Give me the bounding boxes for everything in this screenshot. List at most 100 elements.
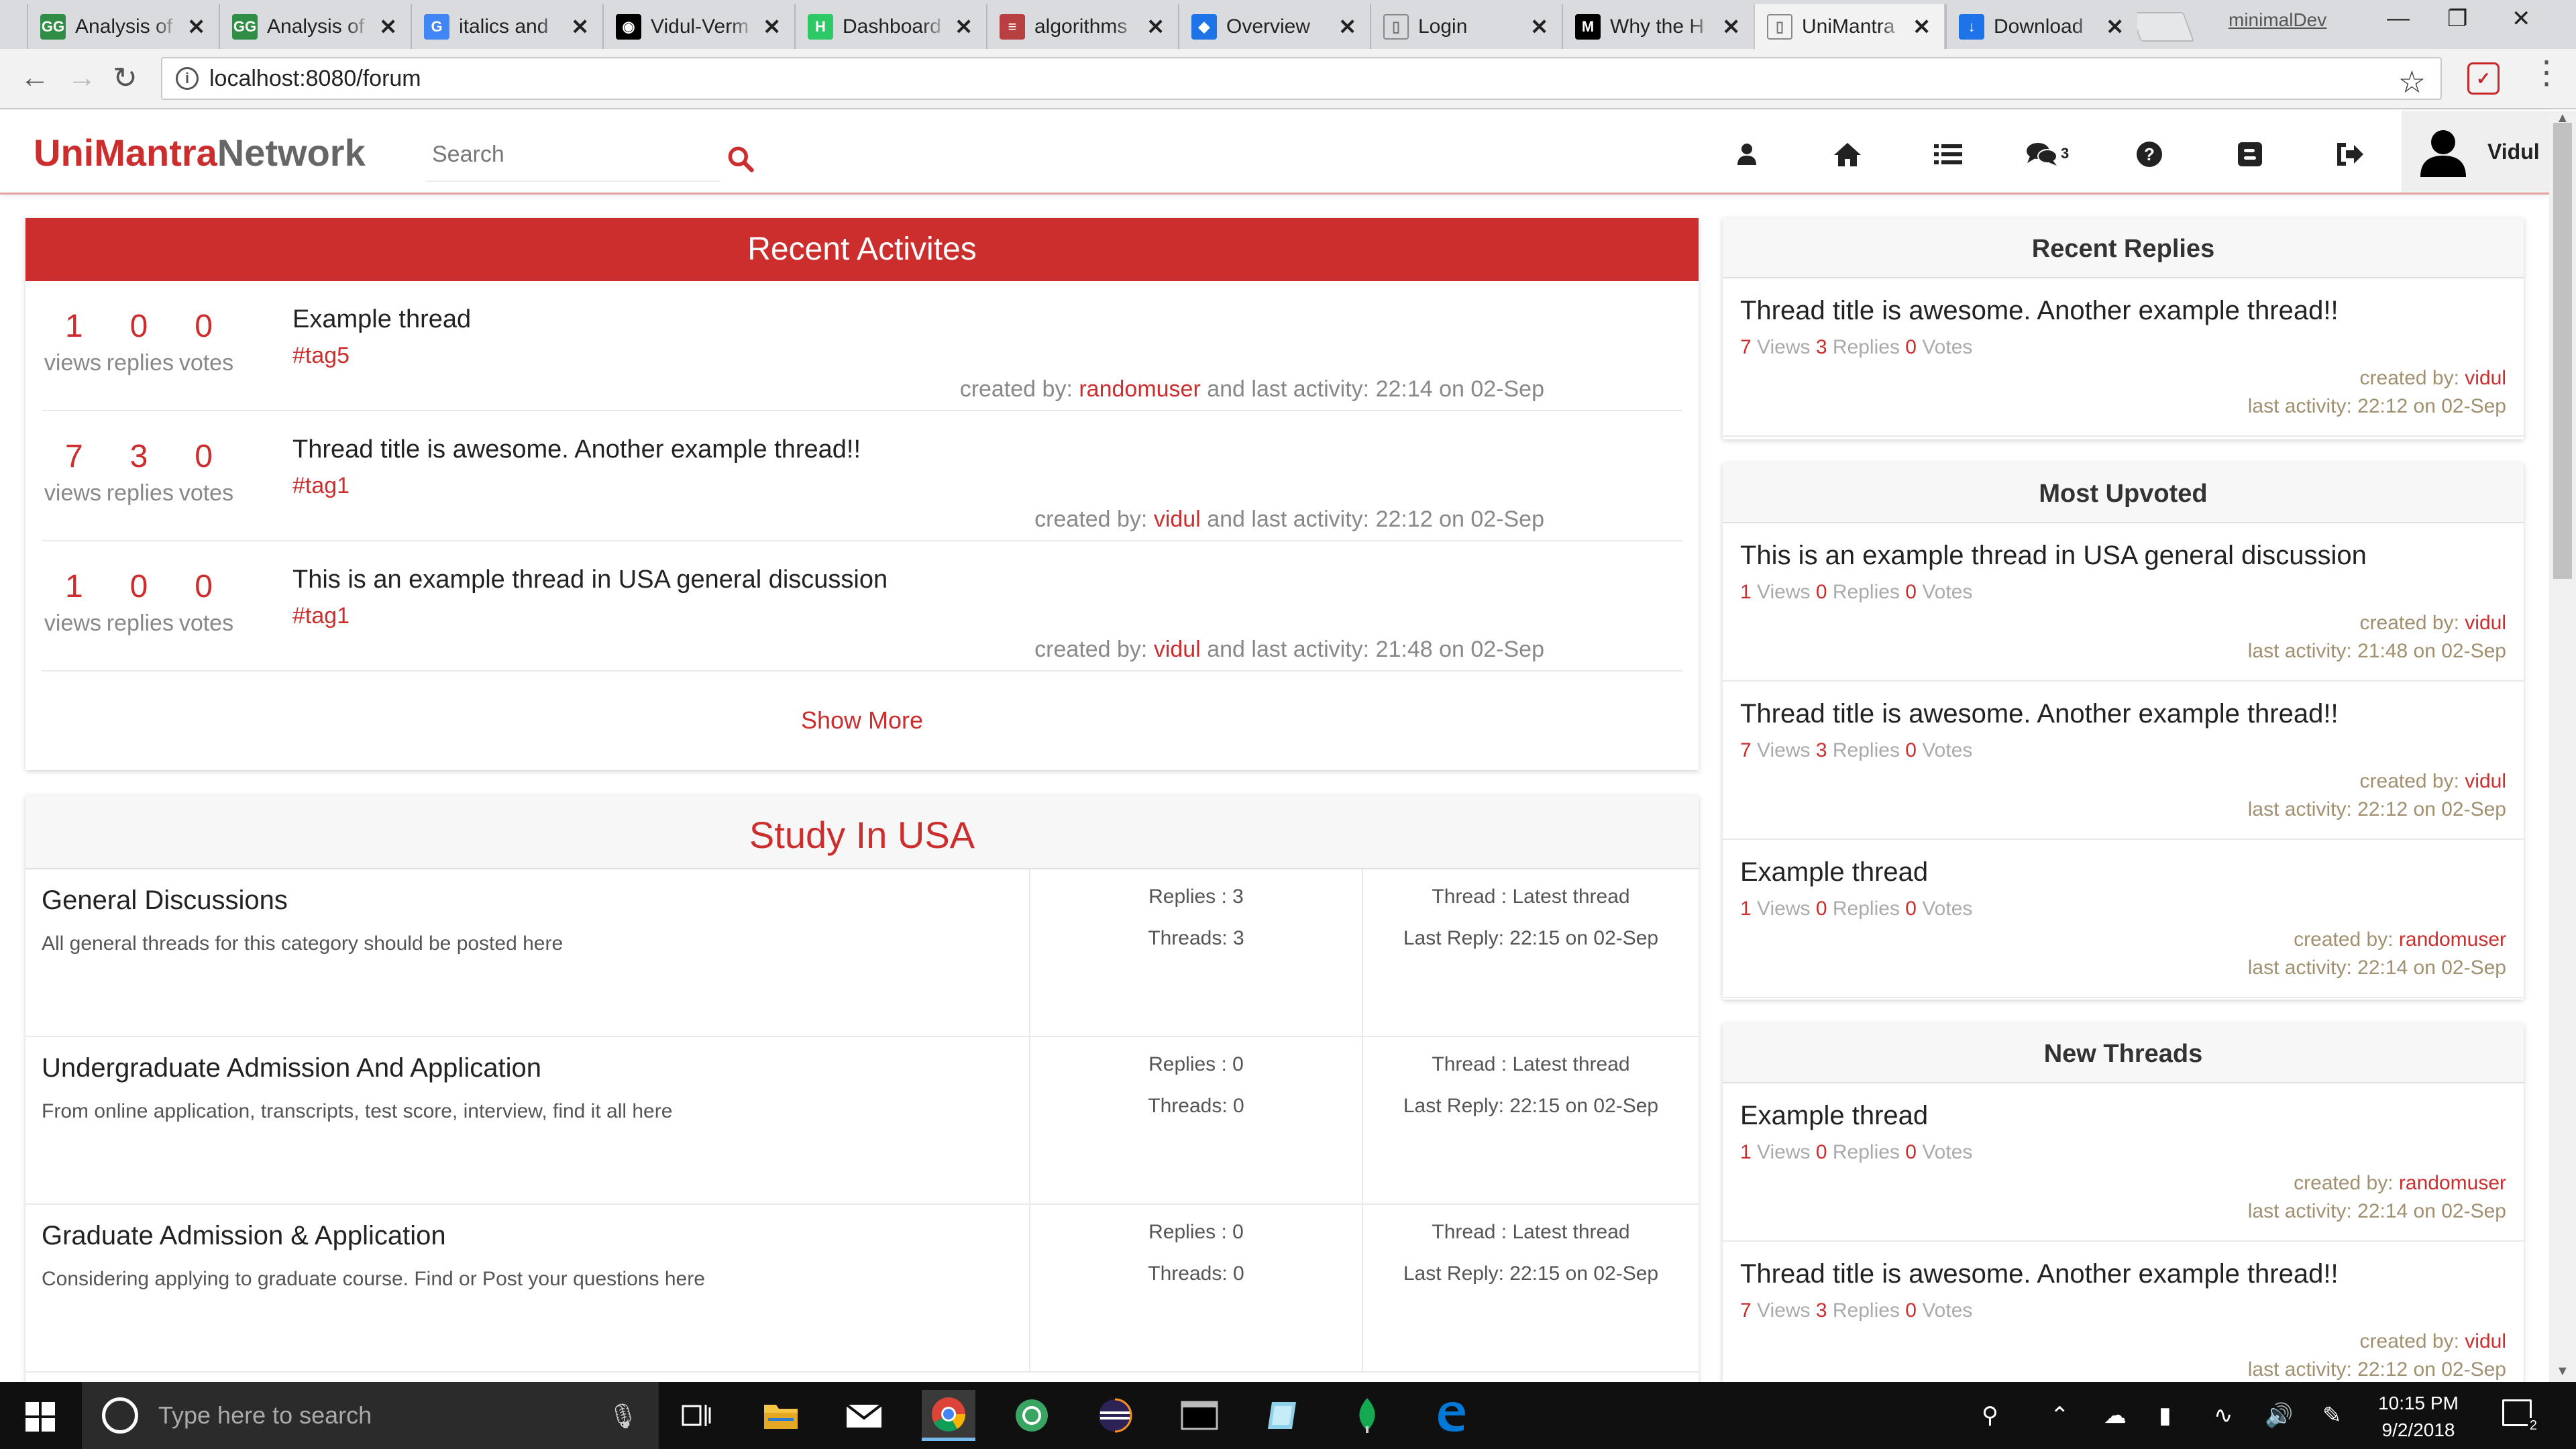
browser-tab[interactable]: H Dashboard ✕ [794,4,986,49]
sidebar-thread-item[interactable]: Example thread 1 Views 0 Replies 0 Votes c… [1723,840,2524,998]
browser-profile-name[interactable]: minimalDev [2229,9,2326,31]
sidebar-thread-item[interactable]: Thread title is awesome. Another example… [1723,682,2524,840]
sidebar-thread-title-link[interactable]: Thread title is awesome. Another example… [1740,296,2339,326]
onedrive-icon[interactable]: ☁ [2104,1402,2127,1429]
category-latest-thread-link[interactable]: Thread : Latest thread [1363,1053,1699,1076]
new-tab-button[interactable] [2129,12,2195,42]
page-scrollbar[interactable]: ▲ ▼ [2549,111,2576,1382]
browser-tab[interactable]: ↓ Download ✕ [1945,4,2137,49]
pocket-extension-icon[interactable]: ✓ [2467,62,2500,95]
mail-icon[interactable] [837,1390,891,1441]
site-logo[interactable]: UniMantraNetwork [34,131,366,174]
sidebar-author-link[interactable]: randomuser [2399,928,2506,951]
thread-tag-link[interactable]: #tag1 [292,603,350,629]
action-center-icon[interactable]: 2 [2502,1399,2539,1434]
microphone-icon[interactable]: 🎙 [608,1402,639,1430]
category-row[interactable]: Graduate Admission & Application Consider… [25,1205,1699,1373]
sidebar-author-link[interactable]: vidul [2465,770,2506,792]
user-menu[interactable]: Vidul [2402,111,2549,193]
profile-icon[interactable] [1727,138,1767,171]
thread-title-link[interactable]: Thread title is awesome. Another example… [292,435,861,464]
list-icon[interactable] [1928,138,1968,171]
pen-icon[interactable]: ✎ [2322,1402,2342,1429]
tab-close-icon[interactable]: ✕ [1530,14,1548,40]
messages-icon[interactable] [2022,138,2062,171]
app-green-icon[interactable] [1005,1390,1059,1441]
volume-icon[interactable]: 🔊 [2265,1402,2293,1429]
category-latest-thread-link[interactable]: Thread : Latest thread [1363,885,1699,908]
activity-row[interactable]: 1 0 0 views replies votes Example thread #tag5 c… [42,281,1682,411]
category-name-link[interactable]: Graduate Admission & Application [42,1221,446,1251]
logout-icon[interactable] [2330,138,2371,171]
browser-tab[interactable]: ◉ Vidul-Verm ✕ [602,4,794,49]
task-view-icon[interactable] [669,1390,723,1441]
category-name-link[interactable]: Undergraduate Admission And Application [42,1053,541,1083]
windows-start-icon[interactable] [25,1402,55,1432]
sidebar-thread-title-link[interactable]: Thread title is awesome. Another example… [1740,699,2339,729]
sidebar-thread-item[interactable]: This is an example thread in USA general… [1723,523,2524,682]
sidebar-thread-title-link[interactable]: This is an example thread in USA general… [1740,541,2367,571]
tab-close-icon[interactable]: ✕ [1146,14,1165,40]
tab-close-icon[interactable]: ✕ [571,14,589,40]
tab-close-icon[interactable]: ✕ [2106,14,2124,40]
address-bar[interactable]: i localhost:8080/forum ☆ [161,57,2442,100]
wifi-icon[interactable]: ∿ [2214,1402,2233,1429]
tab-close-icon[interactable]: ✕ [187,14,205,40]
restore-icon[interactable]: ❐ [2447,5,2467,32]
browser-tab[interactable]: ◆ Overview ✕ [1178,4,1370,49]
sidebar-author-link[interactable]: randomuser [2399,1172,2506,1194]
show-more-link[interactable]: Show More [25,706,1699,735]
edge-icon[interactable] [1424,1390,1477,1441]
sidebar-thread-title-link[interactable]: Example thread [1740,1101,1928,1131]
browser-menu-icon[interactable]: ⋮ [2530,57,2563,89]
info-icon[interactable]: i [176,67,199,90]
scrollbar-thumb[interactable] [2553,123,2572,579]
thread-tag-link[interactable]: #tag5 [292,343,350,369]
browser-tab[interactable]: ≡ algorithms ✕ [986,4,1178,49]
thread-tag-link[interactable]: #tag1 [292,473,350,499]
sidebar-thread-title-link[interactable]: Thread title is awesome. Another example… [1740,1259,2339,1289]
file-explorer-icon[interactable] [754,1390,808,1441]
search-input[interactable] [425,141,694,168]
browser-tab[interactable]: GG Analysis of ✕ [219,4,411,49]
thread-title-link[interactable]: This is an example thread in USA general… [292,566,888,594]
home-icon[interactable] [1827,138,1868,171]
category-row[interactable]: General Discussions All general threads f… [25,869,1699,1037]
browser-tab[interactable]: Gitalics and ✕ [411,4,602,49]
search-icon[interactable] [726,144,755,174]
sidebar-thread-item[interactable]: Thread title is awesome. Another example… [1723,278,2524,437]
sidebar-author-link[interactable]: vidul [2465,1330,2506,1352]
taskbar-search[interactable]: Type here to search 🎙 [82,1382,659,1449]
activity-row[interactable]: 1 0 0 views replies votes This is an example t… [42,541,1682,672]
blog-icon[interactable] [2230,138,2270,171]
thread-title-link[interactable]: Example thread [292,305,471,334]
thread-author-link[interactable]: randomuser [1079,376,1200,402]
tab-close-icon[interactable]: ✕ [379,14,397,40]
mongodb-icon[interactable] [1340,1390,1394,1441]
reload-icon[interactable]: ↻ [113,61,138,95]
browser-tab[interactable]: M Why the H ✕ [1562,4,1754,49]
tab-close-icon[interactable]: ✕ [763,14,781,40]
address-url[interactable]: localhost:8080/forum [209,66,421,92]
battery-icon[interactable]: ▮ [2159,1402,2171,1429]
activity-row[interactable]: 7 3 0 views replies votes Thread title is awes… [42,411,1682,541]
forward-arrow-icon[interactable]: → [67,61,97,95]
tab-close-icon[interactable]: ✕ [1722,14,1740,40]
browser-tab[interactable]: ▯ UniMantra ✕ [1754,4,1945,49]
help-icon[interactable]: ? [2129,138,2169,171]
back-arrow-icon[interactable]: ← [20,61,50,95]
sidebar-author-link[interactable]: vidul [2465,612,2506,634]
minimize-icon[interactable]: — [2387,5,2410,32]
thread-author-link[interactable]: vidul [1154,506,1201,532]
tab-close-icon[interactable]: ✕ [1338,14,1356,40]
bookmark-star-icon[interactable]: ☆ [2398,64,2426,100]
browser-tab[interactable]: GG Analysis of ✕ [27,4,219,49]
show-hidden-icons-chevron-icon[interactable]: ⌃ [2050,1402,2070,1429]
sidebar-thread-title-link[interactable]: Example thread [1740,857,1928,888]
sidebar-thread-item[interactable]: Thread title is awesome. Another example… [1723,1242,2524,1382]
category-row[interactable]: Undergraduate Admission And Application F… [25,1037,1699,1205]
people-icon[interactable]: ⚲ [1982,1402,1998,1429]
system-clock[interactable]: 10:15 PM 9/2/2018 [2361,1390,2475,1444]
cortana-icon[interactable] [102,1397,138,1434]
terminal-icon[interactable] [1173,1390,1226,1441]
